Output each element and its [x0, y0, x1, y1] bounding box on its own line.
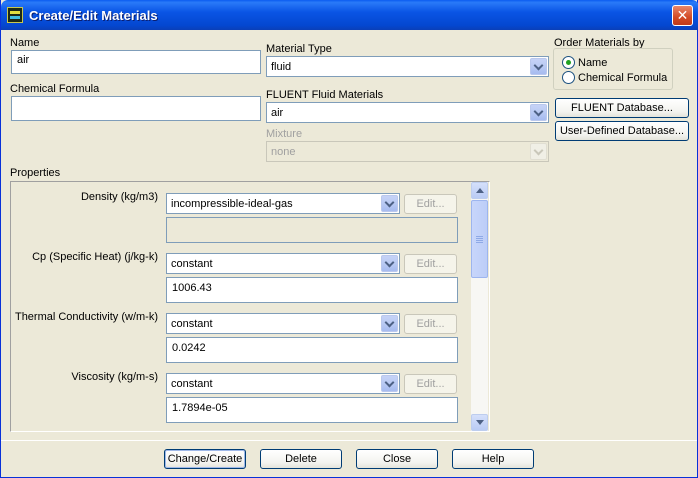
- cp-value-input[interactable]: 1006.43: [166, 277, 458, 303]
- cp-edit-button: Edit...: [404, 254, 457, 274]
- grip-icon: [476, 242, 483, 243]
- viscosity-method-dropdown[interactable]: constant: [166, 373, 400, 394]
- cp-method-dropdown[interactable]: constant: [166, 253, 400, 274]
- thermal-conductivity-label: Thermal Conductivity (w/m-k): [14, 311, 158, 323]
- cp-method-value: constant: [171, 258, 213, 270]
- fluent-fluid-materials-label: FLUENT Fluid Materials: [266, 89, 384, 101]
- material-type-label: Material Type: [266, 43, 332, 55]
- title-bar[interactable]: Create/Edit Materials ✕: [1, 0, 698, 30]
- close-icon: ✕: [676, 7, 689, 23]
- name-input[interactable]: air: [11, 50, 261, 74]
- arrow-up-icon: [476, 188, 484, 193]
- order-by-chemical-formula-label[interactable]: Chemical Formula: [578, 72, 667, 84]
- material-type-dropdown[interactable]: fluid: [266, 56, 549, 77]
- scroll-up-button[interactable]: [471, 182, 488, 199]
- user-defined-database-button[interactable]: User-Defined Database...: [555, 121, 689, 141]
- density-value-input: [166, 217, 458, 243]
- mixture-value: none: [271, 146, 296, 158]
- material-type-value: fluid: [271, 61, 292, 73]
- density-method-value: incompressible-ideal-gas: [171, 198, 293, 210]
- chevron-down-icon: [381, 375, 398, 392]
- grip-icon: [476, 236, 483, 237]
- properties-label: Properties: [10, 167, 61, 179]
- mixture-label: Mixture: [266, 128, 303, 140]
- viscosity-label: Viscosity (kg/m-s): [71, 371, 158, 383]
- order-by-chemical-formula-radio[interactable]: [562, 71, 575, 84]
- fluent-app-icon: [7, 7, 23, 23]
- fluent-fluid-materials-dropdown[interactable]: air: [266, 102, 549, 123]
- viscosity-edit-button: Edit...: [404, 374, 457, 394]
- help-button[interactable]: Help: [452, 449, 534, 469]
- density-label: Density (kg/m3): [80, 191, 158, 203]
- window-title: Create/Edit Materials: [29, 8, 158, 23]
- order-by-name-label[interactable]: Name: [578, 57, 607, 69]
- chevron-down-icon: [530, 143, 547, 160]
- viscosity-method-value: constant: [171, 378, 213, 390]
- mixture-dropdown: none: [266, 141, 549, 162]
- cp-specific-heat-label: Cp (Specific Heat) (j/kg-k): [32, 251, 158, 263]
- order-by-name-radio[interactable]: [562, 56, 575, 69]
- chemical-formula-label: Chemical Formula: [10, 83, 100, 95]
- grip-icon: [476, 240, 483, 241]
- density-edit-button: Edit...: [404, 194, 457, 214]
- viscosity-value-input[interactable]: 1.7894e-05: [166, 397, 458, 423]
- close-button[interactable]: Close: [356, 449, 438, 469]
- scroll-thumb[interactable]: [471, 200, 488, 278]
- chevron-down-icon: [381, 315, 398, 332]
- delete-button[interactable]: Delete: [260, 449, 342, 469]
- arrow-down-icon: [476, 420, 484, 425]
- chemical-formula-input[interactable]: [11, 96, 261, 121]
- name-label: Name: [10, 37, 40, 49]
- thermal-conductivity-method-value: constant: [171, 318, 213, 330]
- change-create-button[interactable]: Change/Create: [164, 449, 246, 469]
- density-method-dropdown[interactable]: incompressible-ideal-gas: [166, 193, 400, 214]
- footer-separator: [1, 440, 697, 441]
- fluent-database-button[interactable]: FLUENT Database...: [555, 98, 689, 118]
- chevron-down-icon: [530, 58, 547, 75]
- thermal-conductivity-value-input[interactable]: 0.0242: [166, 337, 458, 363]
- create-edit-materials-dialog: Create/Edit Materials ✕ Name air Chemica…: [0, 0, 698, 478]
- chevron-down-icon: [381, 195, 398, 212]
- chevron-down-icon: [381, 255, 398, 272]
- thermal-conductivity-edit-button: Edit...: [404, 314, 457, 334]
- fluent-fluid-materials-value: air: [271, 107, 284, 119]
- properties-scrollbar[interactable]: [471, 182, 488, 431]
- chevron-down-icon: [530, 104, 547, 121]
- thermal-conductivity-method-dropdown[interactable]: constant: [166, 313, 400, 334]
- scroll-down-button[interactable]: [471, 414, 488, 431]
- close-window-button[interactable]: ✕: [672, 5, 693, 26]
- grip-icon: [476, 238, 483, 239]
